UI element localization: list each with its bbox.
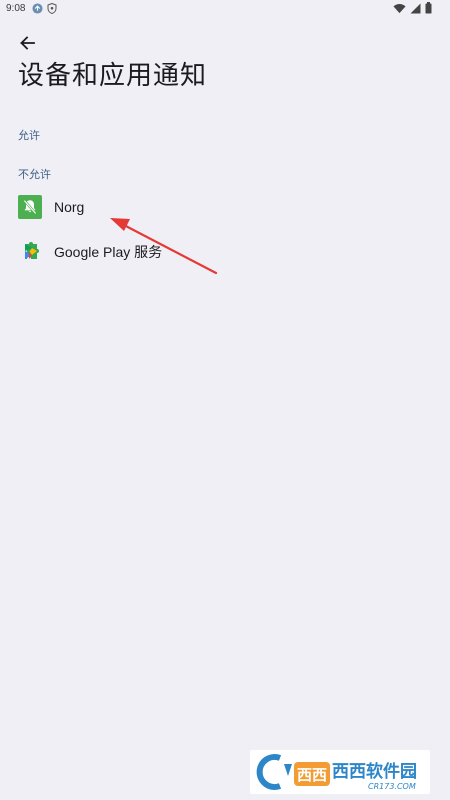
notifications-off-icon bbox=[18, 195, 42, 219]
watermark-logo: 西西 西西软件园 CR173.COM bbox=[250, 750, 430, 794]
page-title: 设备和应用通知 bbox=[18, 61, 208, 91]
status-right-icons bbox=[393, 2, 432, 14]
cell-signal-icon bbox=[410, 3, 421, 13]
app-label-norg: Norg bbox=[54, 199, 85, 215]
status-time: 9:08 bbox=[6, 3, 26, 14]
google-play-services-icon bbox=[25, 242, 39, 259]
watermark-url: CR173.COM bbox=[368, 782, 416, 791]
shield-icon bbox=[47, 3, 57, 14]
wifi-icon bbox=[393, 3, 406, 13]
battery-icon bbox=[425, 2, 432, 14]
status-left-icons bbox=[32, 3, 57, 14]
cr173-logo-icon: 西西 西西软件园 CR173.COM bbox=[256, 754, 417, 791]
annotation-arrow-icon bbox=[110, 218, 218, 275]
section-header-allowed: 允许 bbox=[18, 129, 40, 142]
arrow-back-icon bbox=[20, 36, 35, 50]
status-bar: 9:08 bbox=[0, 0, 450, 18]
svg-text:西西: 西西 bbox=[297, 766, 327, 784]
app-row-norg[interactable]: Norg bbox=[0, 187, 450, 227]
app-row-google-play-services[interactable]: Google Play 服务 bbox=[0, 232, 450, 272]
section-header-disallowed: 不允许 bbox=[18, 168, 51, 181]
app-label-google-play-services: Google Play 服务 bbox=[54, 244, 163, 260]
back-button[interactable] bbox=[14, 30, 40, 56]
sync-notification-icon bbox=[32, 3, 43, 14]
watermark-title: 西西软件园 bbox=[332, 761, 417, 782]
